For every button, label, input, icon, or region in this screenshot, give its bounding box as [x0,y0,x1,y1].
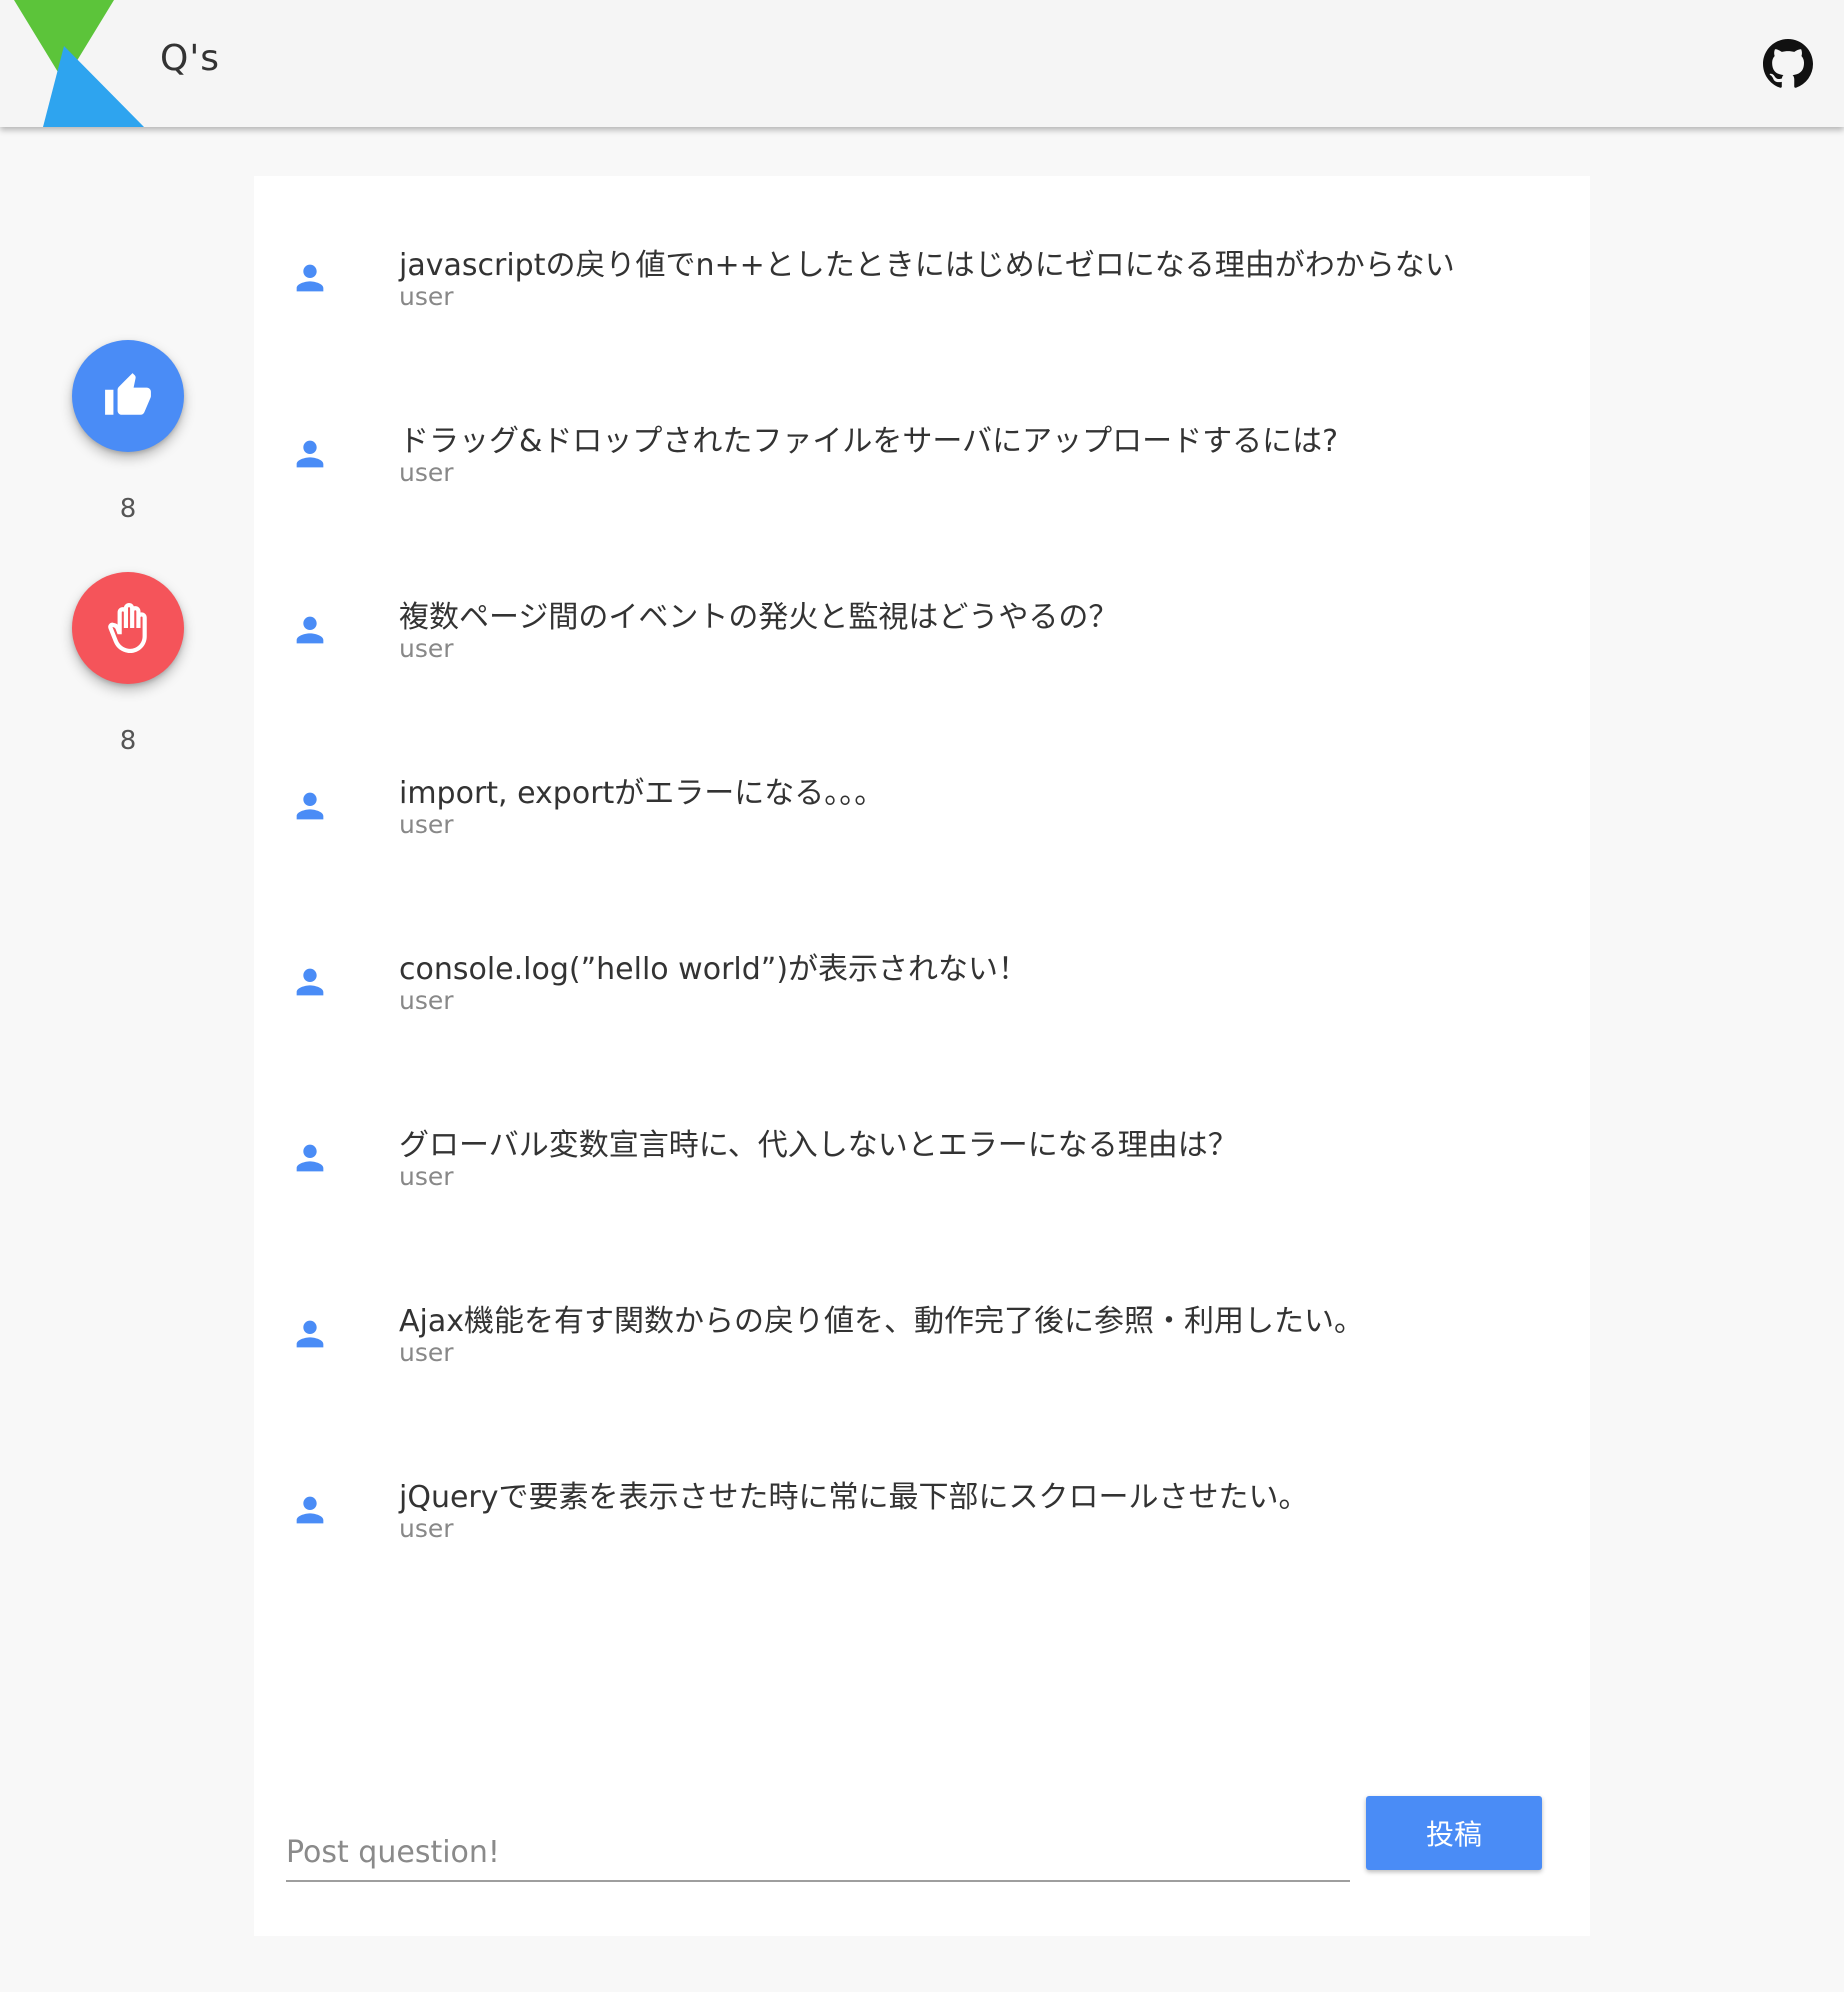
person-icon [296,616,324,644]
question-user: user [399,810,454,839]
raise-hand-button[interactable] [72,572,184,684]
question-user: user [399,1162,454,1191]
question-title[interactable]: javascriptの戻り値でn++としたときにはじめにゼロになる理由がわからな… [399,240,1455,284]
question-user: user [399,986,454,1015]
question-item[interactable]: ドラッグ&ドロップされたファイルをサーバにアップロードするには? user [254,352,1590,487]
person-icon [296,968,324,996]
app-logo[interactable] [14,0,148,127]
question-title[interactable]: console.log(”hello world”)が表示されない！ [399,944,1028,988]
person-icon [296,440,324,468]
question-title[interactable]: 複数ページ間のイベントの発火と監視はどうやるの？ [399,592,1118,636]
question-title[interactable]: ドラッグ&ドロップされたファイルをサーバにアップロードするには? [399,416,1338,460]
person-icon [296,1320,324,1348]
question-item[interactable]: javascriptの戻り値でn++としたときにはじめにゼロになる理由がわからな… [254,176,1590,311]
post-question-input[interactable] [286,1824,1350,1882]
app-bar: Q's [0,0,1844,127]
question-item[interactable]: Ajax機能を有す関数からの戻り値を、動作完了後に参照・利用したい。 user [254,1232,1590,1367]
question-title[interactable]: Ajax機能を有す関数からの戻り値を、動作完了後に参照・利用したい。 [399,1296,1364,1340]
question-title[interactable]: グローバル変数宣言時に、代入しないとエラーになる理由は？ [399,1120,1238,1164]
like-count: 8 [119,494,137,524]
question-user: user [399,458,454,487]
thumbs-up-icon [105,373,151,415]
github-icon[interactable] [1763,39,1813,89]
person-icon [296,792,324,820]
person-icon [296,264,324,292]
question-item[interactable]: グローバル変数宣言時に、代入しないとエラーになる理由は？ user [254,1056,1590,1191]
question-item[interactable]: console.log(”hello world”)が表示されない！ user [254,880,1590,1015]
app-title: Q's [160,38,220,79]
raise-hand-count: 8 [119,726,137,756]
question-title[interactable]: jQueryで要素を表示させた時に常に最下部にスクロールさせたい。 [399,1472,1309,1516]
question-user: user [399,634,454,663]
raised-hand-icon [108,603,147,653]
person-icon [296,1496,324,1524]
person-icon [296,1144,324,1172]
question-panel: javascriptの戻り値でn++としたときにはじめにゼロになる理由がわからな… [254,176,1590,1936]
question-item[interactable]: 複数ページ間のイベントの発火と監視はどうやるの？ user [254,528,1590,663]
question-title[interactable]: import, exportがエラーになる。。。 [399,768,884,812]
like-button[interactable] [72,340,184,452]
question-item[interactable]: jQueryで要素を表示させた時に常に最下部にスクロールさせたい。 user [254,1408,1590,1543]
question-item[interactable]: import, exportがエラーになる。。。 user [254,704,1590,839]
question-user: user [399,282,454,311]
question-user: user [399,1338,454,1367]
post-button[interactable]: 投稿 [1366,1796,1542,1870]
question-user: user [399,1514,454,1543]
